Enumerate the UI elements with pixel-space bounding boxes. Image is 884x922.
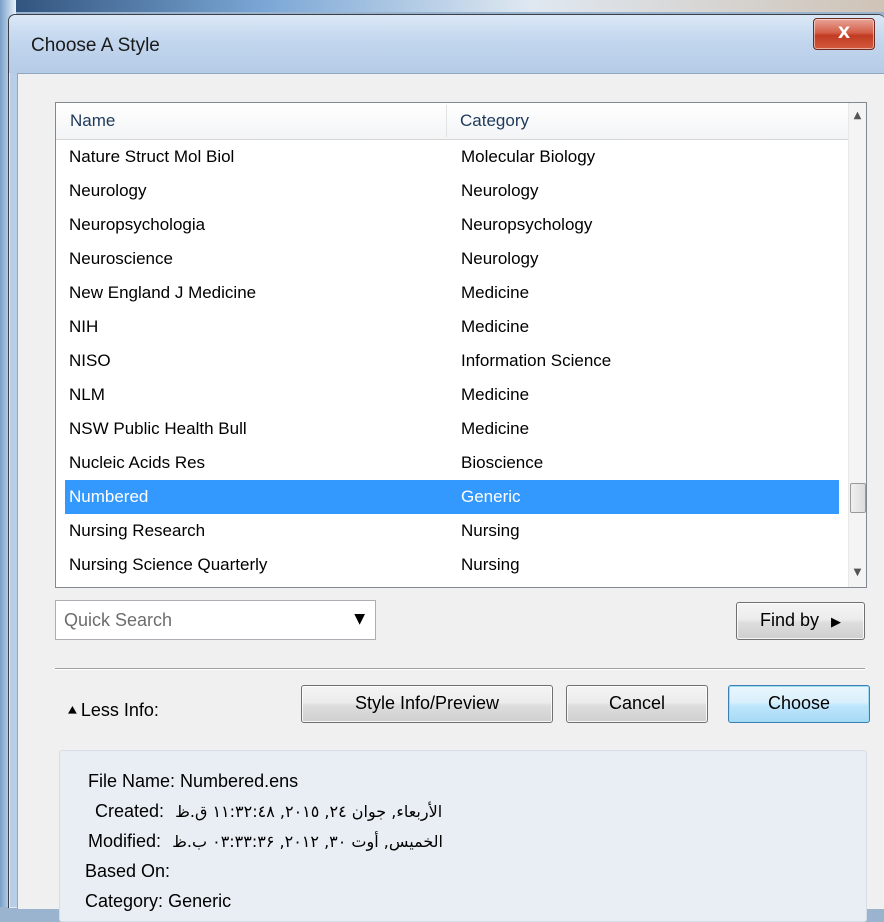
close-button[interactable]: X: [813, 18, 875, 50]
style-category: Molecular Biology: [461, 147, 596, 166]
column-header-name[interactable]: Name: [70, 103, 115, 139]
info-based-on: Based On:: [85, 861, 170, 882]
scroll-up-arrow-icon[interactable]: ▲: [849, 107, 866, 124]
style-category: Medicine: [461, 419, 530, 438]
style-name: Neuroscience: [69, 249, 173, 268]
list-item[interactable]: Neuroscience Neurology: [56, 242, 849, 276]
background-window-strip: [0, 0, 884, 12]
style-info-preview-button[interactable]: Style Info/Preview: [301, 685, 553, 723]
vertical-scrollbar[interactable]: ▲ ▼: [848, 103, 866, 587]
list-item[interactable]: Neurology Neurology: [56, 174, 849, 208]
category-value: Generic: [168, 891, 232, 911]
title-bar[interactable]: Choose A Style X: [9, 15, 884, 73]
modified-label: Modified:: [88, 831, 162, 851]
triangle-right-icon: ▶: [831, 614, 842, 629]
dialog-client-area: Name Category Nature Struct Mol Biol Mole…: [17, 73, 884, 922]
style-category: Medicine: [461, 283, 530, 302]
style-list[interactable]: Name Category Nature Struct Mol Biol Mole…: [55, 102, 867, 588]
style-category: Medicine: [461, 317, 530, 336]
scroll-down-arrow-icon[interactable]: ▼: [849, 564, 866, 581]
close-icon: X: [837, 23, 851, 42]
style-category: Information Science: [461, 351, 612, 370]
info-created: Created: الأربعاء, جوان ٢٤, ٢٠١٥, ١١:٣٢:…: [95, 801, 442, 822]
created-label: Created:: [95, 801, 165, 821]
style-name: Nucleic Acids Res: [69, 453, 206, 472]
info-modified: Modified: الخميس, أوت ٣٠, ٢٠١٢, ٠٣:٣٣:٣۶…: [88, 831, 443, 852]
file-name-label: File Name:: [88, 771, 176, 791]
quick-search-input[interactable]: [56, 601, 346, 639]
list-item-selected[interactable]: Numbered Generic: [65, 480, 839, 514]
less-info-label: Less Info:: [80, 700, 159, 720]
cancel-button[interactable]: Cancel: [566, 685, 708, 723]
style-name: New England J Medicine: [69, 283, 257, 302]
list-item[interactable]: NLM Medicine: [56, 378, 849, 412]
scrollbar-thumb[interactable]: [850, 483, 866, 513]
file-name-value: Numbered.ens: [180, 771, 299, 791]
chevron-down-icon[interactable]: ▼: [354, 611, 365, 627]
created-value: الأربعاء, جوان ٢٤, ٢٠١٥, ١١:٣٢:٤٨ ق.ظ: [175, 802, 443, 821]
style-name: NIH: [69, 317, 99, 336]
divider: [55, 668, 865, 670]
info-file-name: File Name: Numbered.ens: [88, 771, 298, 792]
style-name: NSW Public Health Bull: [69, 419, 247, 438]
column-header-category[interactable]: Category: [460, 103, 529, 139]
style-category: Generic: [461, 487, 521, 506]
style-info-panel: File Name: Numbered.ens Created: الأربعا…: [59, 750, 867, 922]
list-item[interactable]: NISO Information Science: [56, 344, 849, 378]
column-separator[interactable]: [446, 105, 447, 137]
list-item[interactable]: NIH Medicine: [56, 310, 849, 344]
quick-search-combo[interactable]: ▼: [55, 600, 376, 640]
dialog-title: Choose A Style: [31, 35, 160, 56]
style-category: Medicine: [461, 385, 530, 404]
list-item[interactable]: NSW Public Health Bull Medicine: [56, 412, 849, 446]
choose-style-dialog: Choose A Style X Name Category Nature St…: [8, 14, 884, 922]
collapse-up-icon: ⯅: [66, 703, 79, 720]
style-category: Neurology: [461, 249, 539, 268]
list-item[interactable]: Nursing Science Quarterly Nursing: [56, 548, 849, 576]
style-category: Bioscience: [461, 453, 544, 472]
style-category: Nursing: [461, 555, 520, 574]
style-name: Nursing Research: [69, 521, 206, 540]
list-item[interactable]: Nature Struct Mol Biol Molecular Biology: [56, 140, 849, 174]
info-category: Category: Generic: [85, 891, 231, 912]
style-name: Numbered: [69, 487, 149, 506]
style-name: Nature Struct Mol Biol: [69, 147, 235, 166]
modified-value: الخميس, أوت ٣٠, ٢٠١٢, ٠٣:٣٣:٣۶ ب.ظ: [172, 832, 443, 851]
based-on-label: Based On:: [85, 861, 171, 881]
style-name: Neuropsychologia: [69, 215, 206, 234]
find-by-button[interactable]: Find by ▶: [736, 602, 865, 640]
list-rows: Nature Struct Mol Biol Molecular Biology …: [56, 140, 849, 576]
style-name: Nursing Science Quarterly: [69, 555, 268, 574]
category-label: Category:: [85, 891, 164, 911]
list-item[interactable]: Neuropsychologia Neuropsychology: [56, 208, 849, 242]
style-name: Neurology: [69, 181, 147, 200]
less-info-toggle[interactable]: ⯅ Less Info:: [66, 692, 159, 728]
choose-button[interactable]: Choose: [728, 685, 870, 723]
style-name: NLM: [69, 385, 105, 404]
style-category: Neurology: [461, 181, 539, 200]
list-header: Name Category: [56, 103, 849, 140]
list-item[interactable]: Nucleic Acids Res Bioscience: [56, 446, 849, 480]
style-name: NISO: [69, 351, 111, 370]
find-by-label: Find by: [759, 610, 820, 630]
style-category: Nursing: [461, 521, 520, 540]
list-item[interactable]: New England J Medicine Medicine: [56, 276, 849, 310]
style-category: Neuropsychology: [461, 215, 593, 234]
list-item[interactable]: Nursing Research Nursing: [56, 514, 849, 548]
